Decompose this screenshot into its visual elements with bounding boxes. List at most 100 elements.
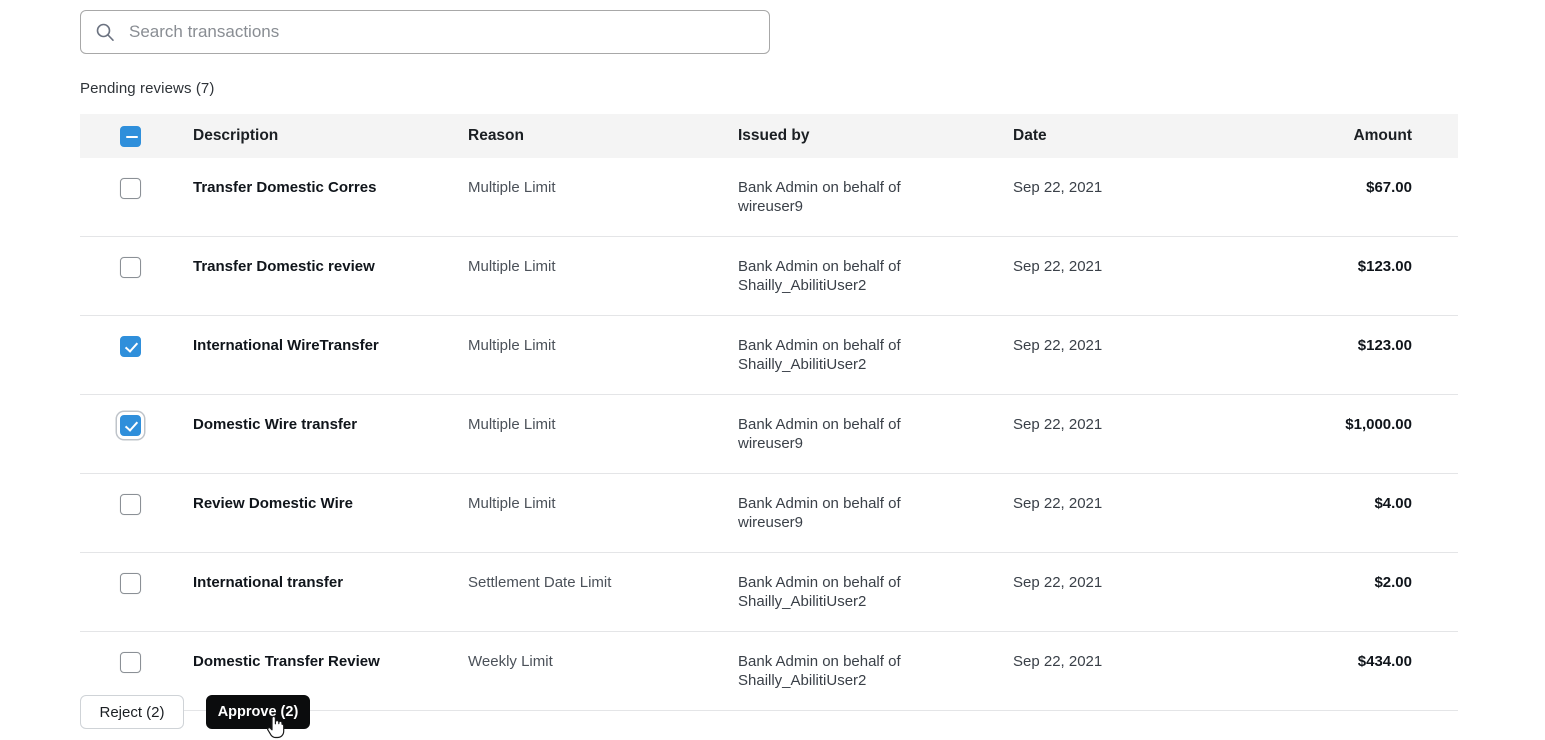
row-issued-by: Bank Admin on behalf of wireuser9: [738, 415, 1013, 453]
row-issued-by: Bank Admin on behalf of Shailly_AbilitiU…: [738, 257, 1013, 295]
search-input[interactable]: [129, 22, 755, 42]
row-date-text: Sep 22, 2021: [1013, 574, 1103, 591]
row-reason-text: Multiple Limit: [468, 337, 556, 354]
row-amount: $123.00: [1125, 257, 1458, 276]
row-checkbox[interactable]: [120, 415, 141, 436]
table-row[interactable]: International transfer Settlement Date Li…: [80, 553, 1458, 632]
row-date: Sep 22, 2021: [1013, 178, 1125, 197]
row-reason: Multiple Limit: [468, 178, 738, 197]
row-description: International transfer: [193, 573, 468, 592]
search-box[interactable]: [80, 10, 770, 54]
row-description-text: Domestic Transfer Review: [193, 653, 380, 670]
row-issued-by-text: Bank Admin on behalf of Shailly_AbilitiU…: [738, 258, 901, 294]
approve-button[interactable]: Approve (2): [206, 695, 310, 729]
row-checkbox[interactable]: [120, 257, 141, 278]
row-description-text: Transfer Domestic review: [193, 258, 375, 275]
pending-reviews-table: Description Reason Issued by Date Amount…: [80, 114, 1458, 711]
column-header-amount[interactable]: Amount: [1125, 127, 1458, 145]
row-amount-text: $123.00: [1357, 337, 1412, 354]
select-all-checkbox[interactable]: [120, 125, 141, 147]
row-select-cell: [80, 652, 193, 673]
row-reason-text: Settlement Date Limit: [468, 574, 612, 591]
row-checkbox[interactable]: [120, 336, 141, 357]
row-select-cell: [80, 178, 193, 199]
row-reason-text: Multiple Limit: [468, 258, 556, 275]
row-amount-text: $434.00: [1357, 653, 1412, 670]
row-date-text: Sep 22, 2021: [1013, 258, 1103, 275]
row-amount: $67.00: [1125, 178, 1458, 197]
row-description-text: International transfer: [193, 574, 344, 591]
row-issued-by-text: Bank Admin on behalf of Shailly_AbilitiU…: [738, 337, 901, 373]
table-header-row: Description Reason Issued by Date Amount: [80, 114, 1458, 158]
reject-button[interactable]: Reject (2): [80, 695, 184, 729]
pending-reviews-page: Pending reviews (7) Description Reason I…: [0, 0, 1545, 740]
row-amount-text: $1,000.00: [1345, 416, 1412, 433]
row-description: Domestic Wire transfer: [193, 415, 468, 434]
row-description-text: International WireTransfer: [193, 337, 379, 354]
row-amount: $434.00: [1125, 652, 1458, 671]
row-date: Sep 22, 2021: [1013, 415, 1125, 434]
row-issued-by-text: Bank Admin on behalf of wireuser9: [738, 495, 901, 531]
row-checkbox[interactable]: [120, 652, 141, 673]
row-reason: Multiple Limit: [468, 494, 738, 513]
row-description-text: Domestic Wire transfer: [193, 416, 358, 433]
row-date-text: Sep 22, 2021: [1013, 416, 1103, 433]
row-issued-by-text: Bank Admin on behalf of wireuser9: [738, 179, 901, 215]
row-amount: $123.00: [1125, 336, 1458, 355]
table-row[interactable]: International WireTransfer Multiple Limit…: [80, 316, 1458, 395]
row-date-text: Sep 22, 2021: [1013, 337, 1103, 354]
row-issued-by: Bank Admin on behalf of wireuser9: [738, 178, 1013, 216]
row-checkbox[interactable]: [120, 178, 141, 199]
row-amount-text: $4.00: [1374, 495, 1412, 512]
table-body: Transfer Domestic Corres Multiple Limit Ba…: [80, 158, 1458, 711]
row-select-cell: [80, 336, 193, 357]
row-description: Domestic Transfer Review: [193, 652, 468, 671]
row-date: Sep 22, 2021: [1013, 494, 1125, 513]
row-issued-by: Bank Admin on behalf of Shailly_AbilitiU…: [738, 573, 1013, 611]
row-reason-text: Multiple Limit: [468, 416, 556, 433]
row-date-text: Sep 22, 2021: [1013, 179, 1103, 196]
row-description: Transfer Domestic Corres: [193, 178, 468, 197]
row-date: Sep 22, 2021: [1013, 336, 1125, 355]
row-issued-by-text: Bank Admin on behalf of Shailly_AbilitiU…: [738, 574, 901, 610]
row-select-cell: [80, 415, 193, 436]
row-amount: $2.00: [1125, 573, 1458, 592]
row-issued-by: Bank Admin on behalf of Shailly_AbilitiU…: [738, 336, 1013, 374]
bulk-action-bar: Reject (2) Approve (2): [80, 695, 310, 729]
pending-reviews-count-label: Pending reviews (7): [80, 80, 215, 97]
row-description: Transfer Domestic review: [193, 257, 468, 276]
select-all-cell: [80, 125, 193, 147]
row-reason-text: Multiple Limit: [468, 495, 556, 512]
column-header-issued-by[interactable]: Issued by: [738, 127, 1013, 145]
row-amount-text: $2.00: [1374, 574, 1412, 591]
row-description-text: Transfer Domestic Corres: [193, 179, 377, 196]
table-row[interactable]: Review Domestic Wire Multiple Limit Bank A…: [80, 474, 1458, 553]
row-reason: Multiple Limit: [468, 257, 738, 276]
row-issued-by-text: Bank Admin on behalf of wireuser9: [738, 416, 901, 452]
column-header-reason[interactable]: Reason: [468, 127, 738, 145]
table-row[interactable]: Transfer Domestic review Multiple Limit Ba…: [80, 237, 1458, 316]
row-date: Sep 22, 2021: [1013, 257, 1125, 276]
row-date-text: Sep 22, 2021: [1013, 495, 1103, 512]
row-reason: Multiple Limit: [468, 336, 738, 355]
row-select-cell: [80, 573, 193, 594]
table-row[interactable]: Transfer Domestic Corres Multiple Limit Ba…: [80, 158, 1458, 237]
row-description-text: Review Domestic Wire: [193, 495, 353, 512]
row-amount-text: $67.00: [1366, 179, 1412, 196]
row-reason-text: Weekly Limit: [468, 653, 553, 670]
row-reason: Weekly Limit: [468, 652, 738, 671]
row-description: International WireTransfer: [193, 336, 468, 355]
row-reason-text: Multiple Limit: [468, 179, 556, 196]
column-header-date[interactable]: Date: [1013, 127, 1125, 145]
table-row[interactable]: Domestic Wire transfer Multiple Limit Bank…: [80, 395, 1458, 474]
row-checkbox[interactable]: [120, 573, 141, 594]
column-header-description[interactable]: Description: [193, 127, 468, 145]
row-issued-by: Bank Admin on behalf of Shailly_AbilitiU…: [738, 652, 1013, 690]
row-amount: $4.00: [1125, 494, 1458, 513]
row-issued-by-text: Bank Admin on behalf of Shailly_AbilitiU…: [738, 653, 901, 689]
row-checkbox[interactable]: [120, 494, 141, 515]
search-icon: [95, 22, 115, 42]
row-select-cell: [80, 494, 193, 515]
row-select-cell: [80, 257, 193, 278]
row-issued-by: Bank Admin on behalf of wireuser9: [738, 494, 1013, 532]
